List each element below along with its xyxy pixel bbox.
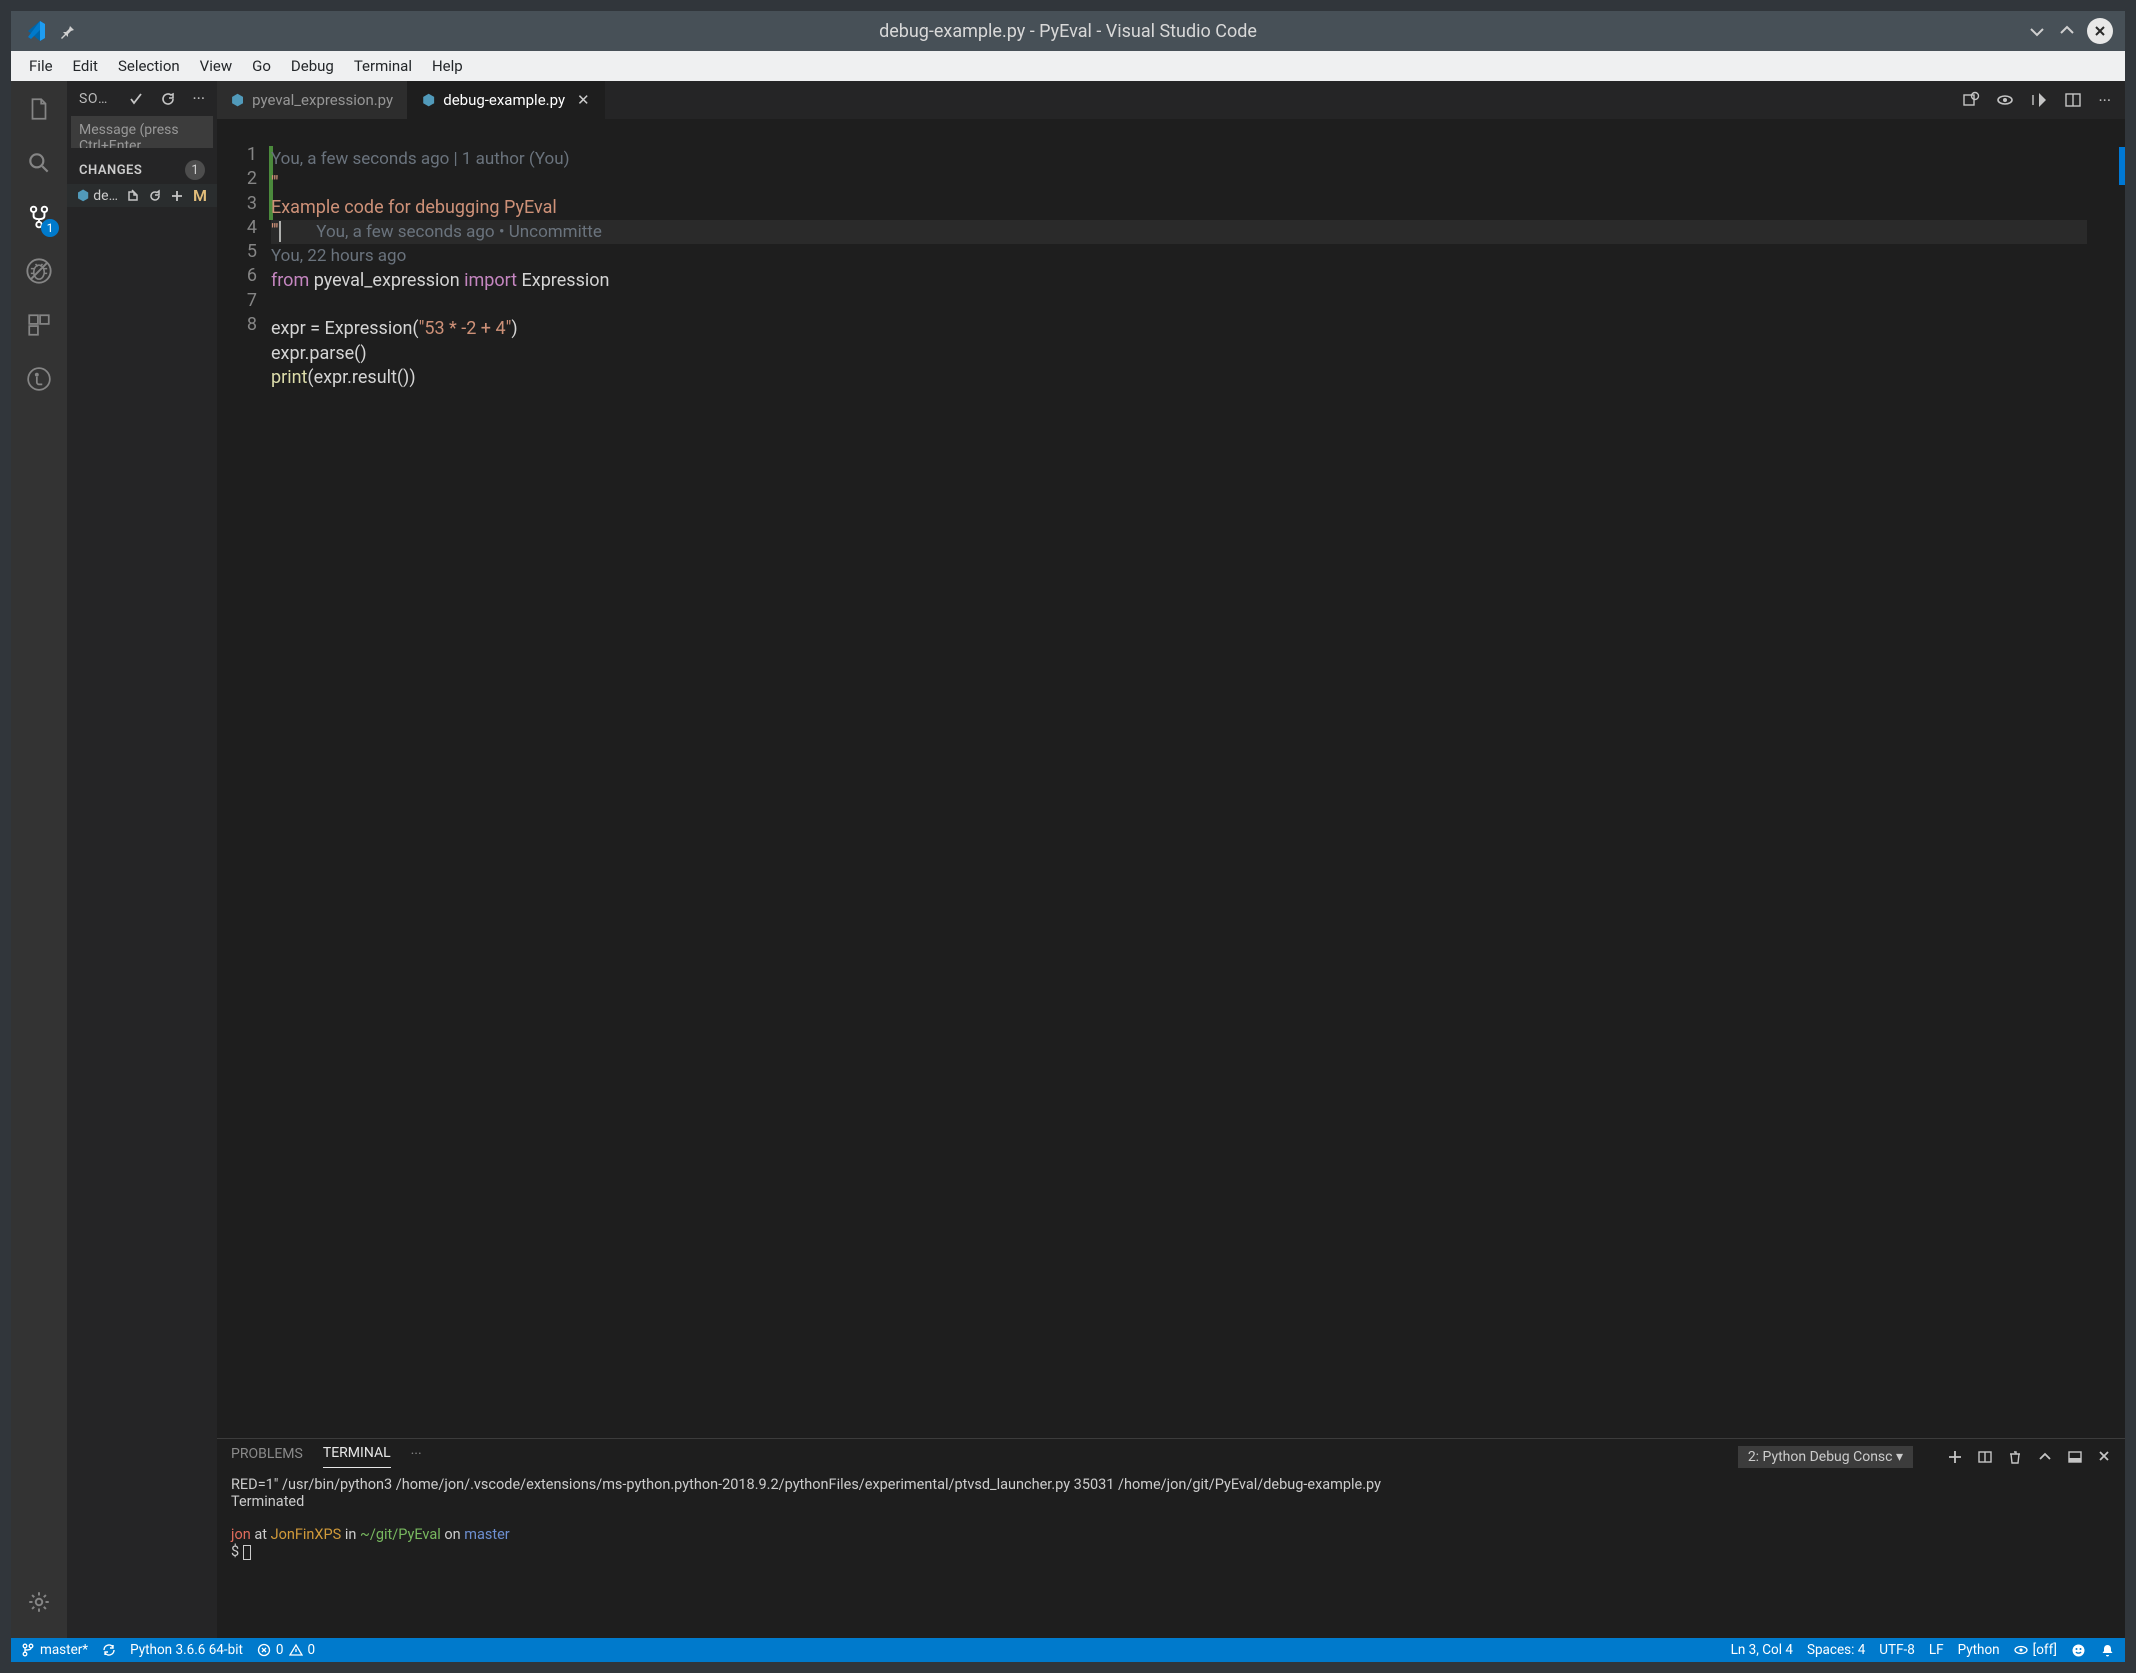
panel-tab-more-icon[interactable]: ··· <box>411 1446 422 1468</box>
editor-tabs: ⬢ pyeval_expression.py ⬢ debug-example.p… <box>217 81 2125 119</box>
code-editor[interactable]: 1 2 3 4 5 6 7 8 You, a few seconds ago |… <box>217 119 2125 1438</box>
explorer-icon[interactable] <box>23 93 55 125</box>
source-control-icon[interactable]: 1 <box>23 201 55 233</box>
tab-active[interactable]: ⬢ debug-example.py ✕ <box>408 81 605 119</box>
split-terminal-icon[interactable] <box>1977 1449 1993 1465</box>
menu-selection[interactable]: Selection <box>108 53 190 79</box>
open-changes-icon[interactable] <box>2030 91 2048 109</box>
menu-view[interactable]: View <box>190 53 242 79</box>
more-icon[interactable]: ··· <box>188 89 209 108</box>
blame-annotation: You, a few seconds ago | 1 author (You) <box>271 149 570 169</box>
minimize-icon[interactable] <box>2027 21 2047 41</box>
tab-close-icon[interactable]: ✕ <box>573 91 590 109</box>
status-problems[interactable]: 0 0 <box>257 1642 315 1658</box>
panel: PROBLEMS TERMINAL ··· 2: Python Debug Co… <box>217 1438 2125 1638</box>
status-language[interactable]: Python <box>1958 1642 2000 1658</box>
toggle-panel-icon[interactable] <box>2067 1449 2083 1465</box>
editor-area: ⬢ pyeval_expression.py ⬢ debug-example.p… <box>217 81 2125 1638</box>
pin-icon[interactable] <box>59 23 75 39</box>
discard-changes-icon[interactable] <box>146 189 164 203</box>
open-file-icon[interactable] <box>124 189 142 203</box>
toggle-blame-icon[interactable] <box>1996 91 2014 109</box>
menu-edit[interactable]: Edit <box>63 53 108 79</box>
changed-file-row[interactable]: ⬢ debug-e… M <box>67 184 217 207</box>
status-branch[interactable]: master* <box>21 1642 88 1658</box>
status-sync-icon[interactable] <box>102 1643 116 1657</box>
tab-label: debug-example.py <box>443 91 565 109</box>
menu-go[interactable]: Go <box>242 53 281 79</box>
editor-actions: ··· <box>1962 81 2125 119</box>
maximize-icon[interactable] <box>2057 21 2077 41</box>
panel-tab-problems[interactable]: PROBLEMS <box>231 1446 303 1468</box>
scm-badge: 1 <box>41 219 59 237</box>
changes-count-badge: 1 <box>185 160 205 180</box>
more-actions-icon[interactable]: ··· <box>2098 91 2111 110</box>
gear-icon[interactable] <box>23 1586 55 1618</box>
python-file-icon: ⬢ <box>422 91 435 109</box>
vscode-window: debug-example.py - PyEval - Visual Studi… <box>11 11 2125 1662</box>
status-bell-icon[interactable] <box>2100 1643 2115 1658</box>
split-editor-icon[interactable] <box>2064 91 2082 109</box>
sidebar-scm: SOURCE C… ··· Message (press Ctrl+Enter … <box>67 81 217 1638</box>
status-off[interactable]: [off] <box>2014 1642 2057 1658</box>
extensions-icon[interactable] <box>23 309 55 341</box>
status-eol[interactable]: LF <box>1929 1642 1944 1658</box>
status-encoding[interactable]: UTF-8 <box>1879 1642 1915 1658</box>
commit-icon[interactable] <box>124 91 148 107</box>
debug-disabled-icon[interactable] <box>23 255 55 287</box>
compare-icon[interactable] <box>1962 91 1980 109</box>
changed-file-name: debug-e… <box>93 188 120 204</box>
python-file-icon: ⬢ <box>231 91 244 109</box>
stage-changes-icon[interactable] <box>168 189 186 203</box>
titlebar: debug-example.py - PyEval - Visual Studi… <box>11 11 2125 51</box>
python-file-icon: ⬢ <box>77 188 89 204</box>
blame-annotation: You, 22 hours ago <box>271 246 406 266</box>
status-cursor[interactable]: Ln 3, Col 4 <box>1731 1642 1793 1658</box>
refresh-icon[interactable] <box>156 91 180 107</box>
changes-label: CHANGES <box>79 163 179 178</box>
status-indent[interactable]: Spaces: 4 <box>1807 1642 1865 1658</box>
tab-inactive[interactable]: ⬢ pyeval_expression.py <box>217 81 408 119</box>
panel-tab-terminal[interactable]: TERMINAL <box>323 1445 391 1468</box>
status-feedback-icon[interactable] <box>2071 1643 2086 1658</box>
tab-label: pyeval_expression.py <box>252 91 393 109</box>
menubar: File Edit Selection View Go Debug Termin… <box>11 51 2125 81</box>
menu-debug[interactable]: Debug <box>281 53 344 79</box>
vscode-logo-icon <box>23 19 47 43</box>
menu-file[interactable]: File <box>19 53 63 79</box>
window-title: debug-example.py - PyEval - Visual Studi… <box>879 21 1257 42</box>
activity-bar: 1 <box>11 81 67 1638</box>
close-panel-icon[interactable] <box>2097 1449 2111 1465</box>
commit-message-input[interactable]: Message (press Ctrl+Enter <box>71 116 213 148</box>
close-icon[interactable] <box>2087 18 2113 44</box>
menu-help[interactable]: Help <box>422 53 473 79</box>
statusbar: master* Python 3.6.6 64-bit 0 0 Ln 3, Co… <box>11 1638 2125 1662</box>
modified-status: M <box>190 186 207 205</box>
menu-terminal[interactable]: Terminal <box>344 53 422 79</box>
minimap[interactable] <box>2087 119 2125 1438</box>
terminal-output[interactable]: RED=1" /usr/bin/python3 /home/jon/.vscod… <box>217 1474 2125 1638</box>
new-terminal-icon[interactable] <box>1947 1449 1963 1465</box>
maximize-panel-icon[interactable] <box>2037 1449 2053 1465</box>
gitlens-icon[interactable] <box>23 363 55 395</box>
status-python[interactable]: Python 3.6.6 64-bit <box>130 1642 243 1658</box>
terminal-selector[interactable]: 2: Python Debug Consc ▾ <box>1738 1446 1913 1468</box>
sidebar-title: SOURCE C… <box>79 91 116 107</box>
line-numbers: 1 2 3 4 5 6 7 8 <box>217 119 271 1438</box>
kill-terminal-icon[interactable] <box>2007 1449 2023 1465</box>
search-icon[interactable] <box>23 147 55 179</box>
